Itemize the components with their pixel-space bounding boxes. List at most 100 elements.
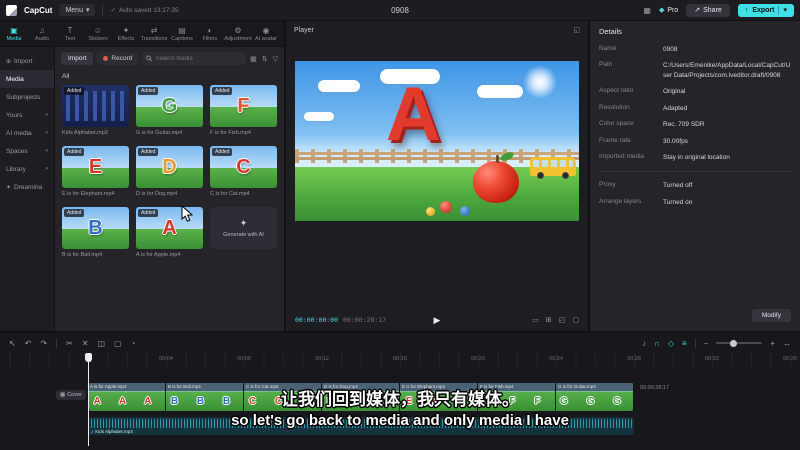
playhead-head[interactable] — [85, 353, 92, 362]
sidebar-item-media[interactable]: Media — [0, 70, 54, 88]
media-icon: ▣ — [10, 25, 18, 35]
import-media-button[interactable]: Import — [61, 52, 94, 65]
video-thumbnail[interactable]: E Added — [62, 146, 129, 188]
export-button[interactable]: ↑ Export ▾ — [737, 3, 794, 17]
fit-timeline-icon[interactable]: ↔ — [783, 339, 791, 348]
pro-diamond-icon: ◆ — [658, 7, 665, 14]
undo-icon[interactable]: ↶ — [25, 339, 32, 348]
import-icon: ⊕ — [6, 58, 12, 65]
tab-transitions[interactable]: ⇄ Transitions — [140, 26, 168, 42]
search-input[interactable] — [155, 55, 243, 62]
text-icon: T — [67, 25, 73, 35]
media-item-kids-alphabet[interactable]: Added Kids Alphabet.mp3 — [62, 85, 129, 136]
split-icon[interactable]: ✂ — [66, 339, 73, 348]
school-bus-graphic — [530, 157, 576, 180]
filter-icon[interactable]: ▽ — [273, 55, 278, 63]
zoom-out-icon[interactable]: − — [704, 339, 709, 348]
player-panel: Player ◱ A 00:00:00:00 00:00:28:17 ▶ ▭ ⊞… — [286, 21, 588, 331]
video-thumbnail[interactable]: D Added — [136, 146, 203, 188]
fullscreen-icon[interactable]: ▢ — [572, 316, 579, 324]
delete-icon[interactable]: ✕ — [82, 339, 89, 348]
autosave-status: ✓ Auto saved 13:17:35 — [110, 6, 179, 15]
video-preview[interactable]: A — [295, 61, 579, 221]
added-badge: Added — [138, 209, 159, 217]
tab-text[interactable]: T Text — [56, 26, 84, 42]
sidebar-item-dreamina[interactable]: ✦ Dreamina — [0, 178, 54, 196]
detail-row-imported-media: Imported media Stay in original location — [599, 152, 730, 161]
modify-button[interactable]: Modify — [751, 309, 791, 322]
menu-button[interactable]: Menu ▾ — [59, 4, 96, 16]
snapshot-icon[interactable]: ⊞ — [546, 316, 552, 324]
sidebar-item-ai-media[interactable]: AI media ▾ — [0, 124, 54, 142]
sparkle-icon: ✦ — [239, 218, 248, 228]
tab-stickers[interactable]: ☺ Stickers — [84, 26, 112, 42]
crop-icon[interactable]: ▢ — [114, 339, 122, 348]
sidebar-item-import[interactable]: ⊕ Import — [0, 52, 54, 70]
magnet-icon[interactable]: ∩ — [654, 339, 660, 348]
timeline-zoom-slider[interactable] — [716, 339, 763, 347]
media-item-f-fish[interactable]: F Added F is for Fish.mp4 — [210, 85, 277, 136]
zoom-in-icon[interactable]: + — [770, 339, 775, 348]
record-button[interactable]: Record — [97, 52, 139, 65]
ratio-icon[interactable]: ▭ — [532, 316, 539, 324]
video-thumbnail[interactable]: G Added — [136, 85, 203, 127]
effects-icon: ✦ — [122, 25, 130, 35]
mirror-icon[interactable]: ◫ — [98, 339, 106, 348]
share-button[interactable]: ↗ Share — [686, 3, 730, 17]
zoom-slider-knob[interactable] — [730, 339, 738, 347]
generate-with-ai-tile[interactable]: ✦ Generate with AI — [210, 207, 277, 258]
detail-row-path: Path C:/Users/Emenike/AppData/Local/CapCu… — [599, 61, 791, 79]
timeline-ruler[interactable]: 00:04 00:08 00:12 00:16 00:20 00:24 00:2… — [0, 353, 800, 366]
audio-icon: ♫ — [39, 25, 45, 35]
media-search-box[interactable] — [142, 52, 247, 65]
tab-ai-avatar[interactable]: ◉ AI avatar — [252, 26, 280, 42]
media-item-d-dog[interactable]: D Added D is for Dog.mp4 — [136, 146, 203, 197]
sidebar-item-spaces[interactable]: Spaces ▾ — [0, 142, 54, 160]
audio-thumbnail[interactable]: Added — [62, 85, 129, 127]
waveform-icon — [66, 91, 125, 121]
detach-player-icon[interactable]: ◱ — [573, 26, 580, 34]
detail-row-resolution: Resolution Adapted — [599, 103, 688, 112]
tab-audio[interactable]: ♫ Audio — [28, 26, 56, 42]
capcut-logo-text: CapCut — [24, 5, 53, 15]
media-item-b-ball[interactable]: B Added B is for Ball.mp4 — [62, 207, 129, 258]
sidebar-item-subprojects[interactable]: Subprojects — [0, 88, 54, 106]
stickers-icon: ☺ — [93, 25, 103, 35]
player-controls: 00:00:00:00 00:00:28:17 ▶ ▭ ⊞ ◰ ▢ — [286, 309, 588, 331]
sidebar-item-yours[interactable]: Yours ▾ — [0, 106, 54, 124]
speed-icon[interactable]: ◔ — [131, 339, 136, 348]
grid-view-icon[interactable]: ▦ — [250, 55, 257, 63]
video-thumbnail[interactable]: C Added — [210, 146, 277, 188]
tab-captions[interactable]: ▤ Captions — [168, 26, 196, 42]
sidebar-item-library[interactable]: Library ▾ — [0, 160, 54, 178]
export-dropdown-caret[interactable]: ▾ — [778, 6, 787, 14]
added-badge: Added — [212, 87, 233, 95]
video-thumbnail[interactable]: F Added — [210, 85, 277, 127]
tab-effects[interactable]: ✦ Effects — [112, 26, 140, 42]
snap-icon[interactable]: ≡ — [682, 339, 687, 348]
voiceover-icon[interactable]: ♪ — [642, 339, 646, 348]
search-icon — [146, 55, 153, 62]
keyframe-icon[interactable]: ◇ — [668, 339, 674, 348]
tab-filters[interactable]: ◐ Filters — [196, 26, 224, 42]
media-item-g-guitar[interactable]: G Added G is for Guitar.mp4 — [136, 85, 203, 136]
added-badge: Added — [212, 148, 233, 156]
media-tab-bar: ▣ Media ♫ Audio T Text ☺ Stickers ✦ Effects ⇄… — [0, 21, 284, 46]
tab-adjustment[interactable]: ⚙ Adjustment — [224, 26, 252, 42]
media-item-e-elephant[interactable]: E Added E is for Elephant.mp4 — [62, 146, 129, 197]
play-button[interactable]: ▶ — [434, 315, 441, 326]
zoom-fit-icon[interactable]: ◰ — [559, 316, 566, 324]
sort-icon[interactable]: ⇅ — [262, 55, 268, 63]
pro-button[interactable]: ◆ Pro — [658, 6, 678, 15]
detail-row-name: Name 0908 — [599, 45, 678, 53]
redo-icon[interactable]: ↷ — [40, 339, 47, 348]
detail-row-arrange-layers: Arrange layers Turned on — [599, 197, 693, 206]
tab-media[interactable]: ▣ Media — [0, 26, 28, 42]
current-time: 00:00:00:00 — [295, 316, 339, 324]
detail-row-color-space: Color space Rec. 709 SDR — [599, 120, 705, 129]
workspace-layout-icon[interactable]: ▦ — [643, 6, 651, 15]
export-arrow-icon: ↑ — [744, 6, 749, 14]
media-item-c-cat[interactable]: C Added C is for Cat.mp4 — [210, 146, 277, 197]
select-tool-icon[interactable]: ↖ — [9, 339, 16, 348]
video-thumbnail[interactable]: B Added — [62, 207, 129, 249]
